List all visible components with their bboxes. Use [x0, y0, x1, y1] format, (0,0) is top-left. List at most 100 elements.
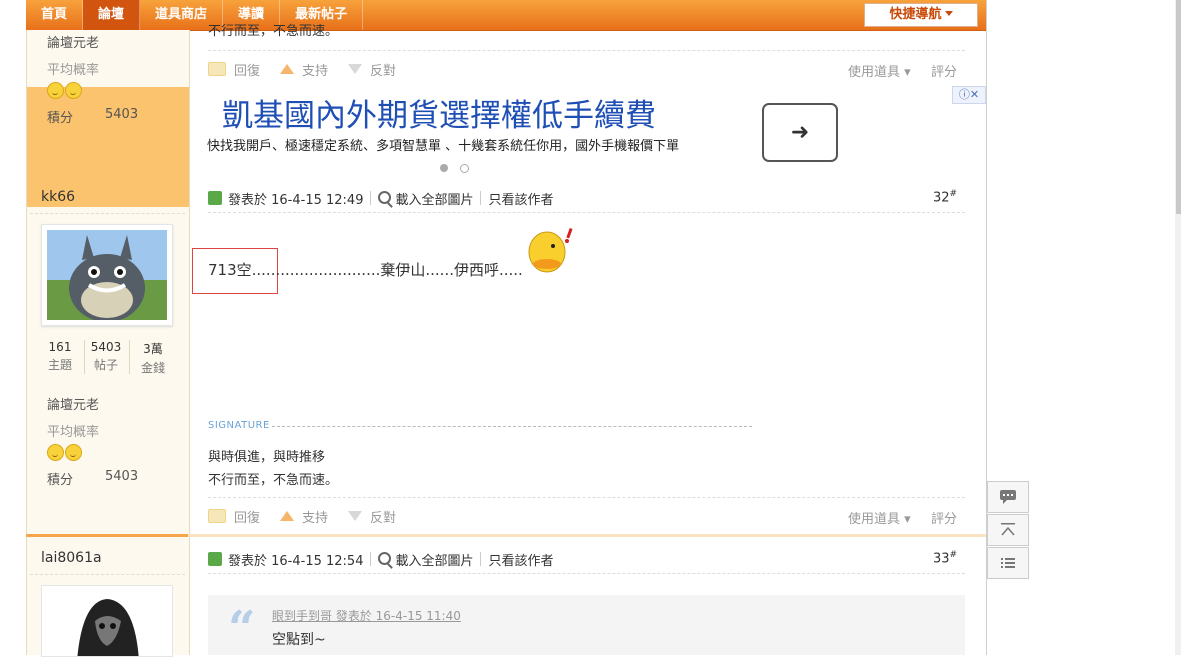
reply-label: 回復: [234, 510, 261, 526]
stat-topics[interactable]: 161 主題: [41, 340, 79, 373]
reply-button[interactable]: 回復: [208, 507, 260, 526]
rating-label: 平均概率: [47, 63, 100, 78]
stat-separator: [84, 340, 85, 374]
ad-banner[interactable]: 凱基國內外期貨選擇權低手續費 快找我開戶、極速穩定系統、多項智慧單 、十幾套系統…: [192, 86, 986, 181]
support-button[interactable]: 支持: [280, 60, 328, 79]
thumb-down-icon: [348, 64, 363, 74]
search-icon: [378, 190, 392, 204]
carousel-dot[interactable]: [460, 164, 469, 173]
stat-topics-label: 主題: [47, 358, 72, 372]
floor-number-value: 32: [933, 190, 950, 206]
only-author-link[interactable]: 只看該作者: [488, 189, 553, 208]
dashed-divider: [30, 574, 185, 575]
rating-label: 平均概率: [47, 425, 100, 440]
stat-money-label: 金錢: [140, 361, 165, 375]
use-item-label: 使用道具: [848, 65, 901, 80]
totoro-avatar-image: [47, 230, 167, 320]
stat-money[interactable]: 3萬金錢: [134, 340, 172, 376]
nav-item-home[interactable]: 首頁: [26, 0, 84, 30]
scrollbar[interactable]: [1175, 0, 1181, 655]
oppose-label: 反對: [370, 510, 397, 526]
load-images-link[interactable]: 載入全部圖片: [378, 550, 473, 569]
use-item-button[interactable]: 使用道具 ▾: [848, 61, 911, 80]
dashed-divider: [208, 497, 965, 498]
rate-button[interactable]: 評分: [931, 61, 957, 80]
oppose-button[interactable]: 反對: [348, 507, 396, 526]
stat-money-value: 3萬: [143, 342, 163, 356]
stat-posts-value: 5403: [90, 340, 122, 354]
reply-button[interactable]: 回復: [208, 60, 260, 79]
top-nav-bar: 首頁 論壇 道具商店 導讀 最新帖子 快捷導航: [26, 0, 986, 31]
ad-subtitle: 快找我開戶、極速穩定系統、多項智慧單 、十幾套系統任你用，國外手機報價下單: [207, 139, 680, 154]
points-label: 積分: [47, 473, 74, 488]
floor-number[interactable]: 33#: [933, 550, 957, 566]
ad-title[interactable]: 凱基國內外期貨選擇權低手續費: [222, 90, 656, 135]
points-label: 積分: [47, 111, 74, 126]
quote-meta-link[interactable]: 眼到手到哥 發表於 16-4-15 11:40: [272, 607, 461, 624]
reaper-avatar-image: [47, 591, 167, 656]
back-to-top-button[interactable]: [987, 514, 1029, 546]
only-author-link[interactable]: 只看該作者: [488, 550, 553, 569]
signature-divider: [272, 426, 752, 427]
carousel-dot-active[interactable]: [440, 164, 448, 172]
support-button[interactable]: 支持: [280, 507, 328, 526]
signature-line: 與時俱進，與時推移: [208, 450, 326, 465]
floor-number[interactable]: 32#: [933, 189, 957, 205]
comment-icon: [1000, 490, 1016, 504]
quick-nav-button[interactable]: 快捷導航: [864, 3, 978, 27]
floor-number-value: 33: [933, 551, 950, 567]
arrow-up-icon: [1001, 523, 1015, 536]
list-icon: [1001, 558, 1015, 568]
ad-info-close-icon[interactable]: ⓘ✕: [952, 86, 986, 104]
search-icon: [378, 551, 392, 565]
online-status-icon: [208, 191, 222, 205]
load-images-link[interactable]: 載入全部圖片: [378, 189, 473, 208]
load-images-label: 載入全部圖片: [395, 192, 474, 208]
thumb-up-icon: [280, 511, 295, 521]
user-title: 論壇元老: [47, 36, 100, 51]
duck-emoticon-icon: [528, 227, 573, 273]
smiley-icon: [65, 82, 82, 99]
points-value: 5403: [105, 107, 139, 122]
reply-label: 回復: [234, 63, 261, 79]
online-status-icon: [208, 552, 222, 566]
smiley-icon: [47, 82, 64, 99]
support-label: 支持: [302, 510, 329, 526]
post-time: 發表於 16-4-15 12:54: [228, 553, 364, 569]
avatar[interactable]: [41, 585, 173, 657]
dashed-divider: [208, 212, 965, 213]
use-item-label: 使用道具: [848, 512, 901, 527]
stat-separator: [129, 340, 130, 374]
chevron-down-icon: [944, 11, 953, 16]
post-header: 發表於 16-4-15 12:49 載入全部圖片 只看該作者: [208, 188, 554, 208]
avatar[interactable]: [41, 224, 173, 326]
quick-reply-button[interactable]: [987, 481, 1029, 513]
smiley-icon: [47, 444, 64, 461]
use-item-button[interactable]: 使用道具 ▾: [848, 508, 911, 527]
list-view-button[interactable]: [987, 547, 1029, 579]
dashed-divider: [30, 213, 185, 214]
thumb-up-icon: [280, 64, 295, 74]
prev-post-actions: 回復 支持 反對: [208, 59, 416, 79]
stat-posts[interactable]: 5403 帖子: [87, 340, 125, 373]
dashed-divider: [208, 50, 965, 51]
signature-line: 不行而至，不急而速。: [208, 473, 339, 488]
support-label: 支持: [302, 63, 329, 79]
reply-icon: [208, 62, 226, 76]
rating-icons: [47, 82, 83, 103]
rate-button[interactable]: 評分: [931, 508, 957, 527]
quote-body: 空點到~: [272, 632, 326, 648]
ad-arrow-button[interactable]: ➜: [762, 103, 838, 162]
floating-toolbar: [987, 481, 1029, 580]
oppose-button[interactable]: 反對: [348, 60, 396, 79]
scrollbar-thumb[interactable]: [1176, 0, 1181, 214]
load-images-label: 載入全部圖片: [395, 553, 474, 569]
username[interactable]: kk66: [41, 189, 75, 205]
points-value: 5403: [105, 469, 139, 484]
username[interactable]: lai8061a: [41, 550, 102, 566]
dashed-divider: [208, 573, 965, 574]
post-content: 713空...........................棄伊山......…: [208, 261, 523, 279]
quote-mark-icon: “: [228, 601, 256, 657]
reply-icon: [208, 509, 226, 523]
nav-item-forum[interactable]: 論壇: [83, 0, 141, 30]
